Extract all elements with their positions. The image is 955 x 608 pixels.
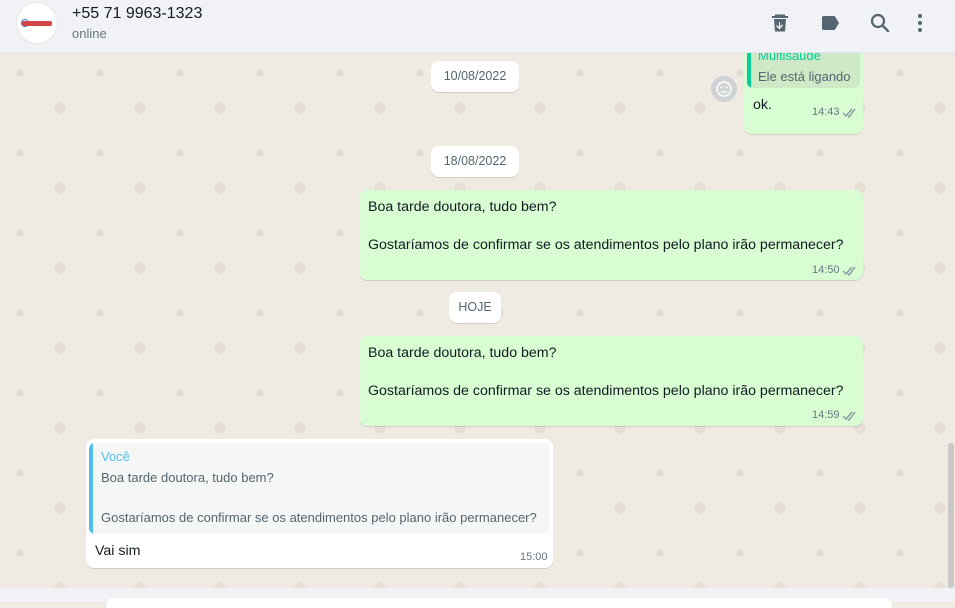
message-time: 15:00: [520, 551, 548, 563]
label-icon[interactable]: [818, 11, 842, 35]
message-time: 14:43: [812, 106, 840, 118]
quote-text: Gostaríamos de confirmar se os atendimen…: [101, 510, 537, 525]
react-emoji-icon[interactable]: [711, 76, 737, 102]
menu-icon[interactable]: [908, 11, 932, 35]
quote-text: Boa tarde doutora, tudo bem?: [101, 470, 274, 485]
contact-name[interactable]: +55 71 9963-1323: [72, 5, 202, 23]
message-bubble-outgoing[interactable]: Multisaúde Ele está ligando ok. 14:43: [744, 53, 863, 134]
message-text: Gostaríamos de confirmar se os atendimen…: [368, 383, 844, 399]
read-ticks-icon: [842, 265, 858, 276]
quoted-message[interactable]: Você Boa tarde doutora, tudo bem? Gostar…: [89, 443, 550, 534]
message-time: 14:59: [812, 409, 840, 421]
contact-avatar[interactable]: [16, 2, 58, 44]
read-ticks-icon: [842, 107, 858, 118]
chat-header: +55 71 9963-1323 online: [0, 0, 955, 53]
search-icon[interactable]: [868, 11, 892, 35]
message-text: Gostaríamos de confirmar se os atendimen…: [368, 237, 844, 253]
message-input[interactable]: [106, 598, 892, 608]
read-ticks-icon: [842, 410, 858, 421]
message-text: Vai sim: [95, 543, 141, 559]
date-separator: 18/08/2022: [431, 146, 519, 177]
message-text: Boa tarde doutora, tudo bem?: [368, 199, 557, 215]
message-bubble-outgoing[interactable]: Boa tarde doutora, tudo bem? Gostaríamos…: [359, 190, 863, 280]
contact-status: online: [72, 26, 107, 41]
date-separator: 10/08/2022: [431, 61, 519, 92]
date-separator: HOJE: [449, 292, 501, 323]
quote-author: Multisaúde: [758, 53, 821, 63]
quote-bar: [747, 53, 751, 88]
quoted-message[interactable]: Multisaúde Ele está ligando: [747, 53, 860, 88]
scrollbar[interactable]: [948, 443, 954, 588]
message-text: ok.: [753, 97, 772, 113]
quote-text: Ele está ligando: [758, 69, 851, 84]
quote-bar: [89, 443, 93, 534]
message-text: Boa tarde doutora, tudo bem?: [368, 345, 557, 361]
delete-icon[interactable]: [768, 11, 792, 35]
message-bubble-incoming[interactable]: Você Boa tarde doutora, tudo bem? Gostar…: [86, 439, 553, 568]
compose-footer: [0, 588, 955, 608]
message-bubble-outgoing[interactable]: Boa tarde doutora, tudo bem? Gostaríamos…: [359, 336, 863, 426]
conversation-panel[interactable]: Multisaúde Ele está ligando ok. 14:43 10…: [0, 53, 955, 588]
message-time: 14:50: [812, 264, 840, 276]
quote-author: Você: [101, 449, 130, 464]
logo-wordmark: [22, 21, 52, 26]
